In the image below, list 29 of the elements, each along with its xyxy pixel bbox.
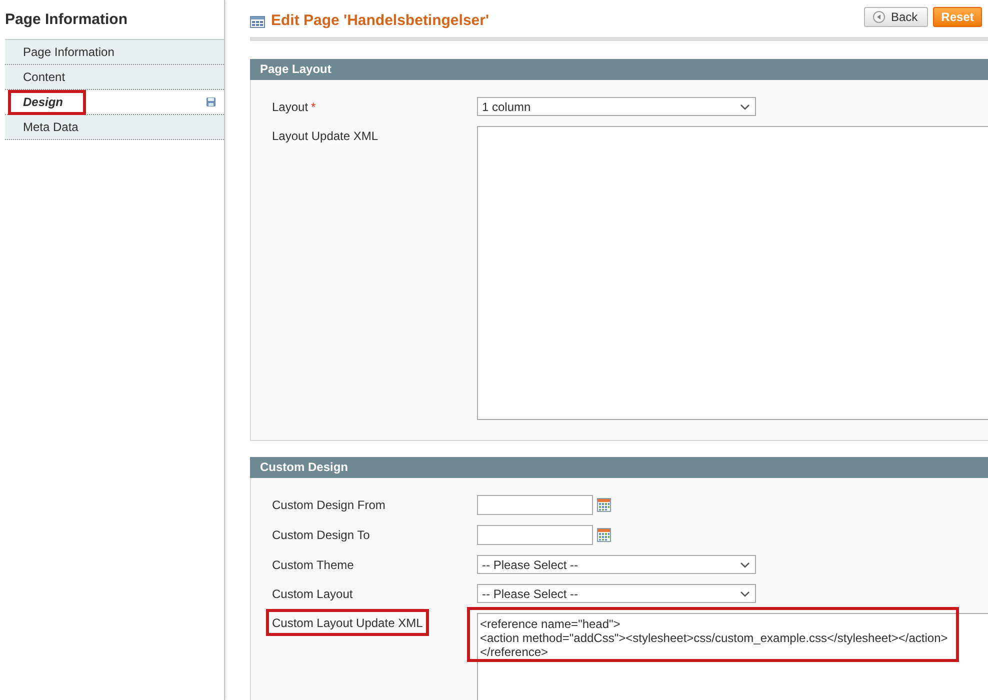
field-label: Custom Design To <box>272 528 370 542</box>
section-header: Custom Design <box>250 457 988 478</box>
select-dropdown[interactable]: -- Please Select -- <box>477 555 756 574</box>
sidebar-tab[interactable]: Page Information <box>5 40 224 65</box>
select-dropdown[interactable]: -- Please Select -- <box>477 584 756 603</box>
field-label: Layout Update XML <box>272 129 378 143</box>
page-title: Edit Page 'Handelsbetingelser' <box>271 11 490 32</box>
back-button[interactable]: Back <box>864 7 928 27</box>
select-dropdown[interactable]: 1 column <box>477 97 756 116</box>
chevron-down-icon <box>740 104 750 110</box>
field-label: Custom Layout Update XML <box>272 616 423 630</box>
sidebar-title: Page Information <box>5 10 129 30</box>
required-mark: * <box>311 100 316 114</box>
date-input-field[interactable] <box>477 495 593 515</box>
field-label: Layout <box>272 100 308 114</box>
field-label: Custom Theme <box>272 558 354 572</box>
field-label: Custom Design From <box>272 498 386 512</box>
calendar-icon[interactable] <box>597 498 611 512</box>
section-header: Page Layout <box>250 59 988 80</box>
sidebar-tab[interactable]: Content <box>5 65 224 90</box>
sidebar-tab[interactable]: Meta Data <box>5 115 224 140</box>
chevron-down-icon <box>740 590 750 596</box>
grid-page-icon <box>250 16 265 28</box>
xml-textarea[interactable]: <reference name="head"> <action method="addCss"><stylesheet>css/custom_example.css</stylesheet></action> </reference> <box>477 613 988 700</box>
calendar-icon[interactable] <box>597 528 611 542</box>
chevron-down-icon <box>740 562 750 568</box>
field-label: Custom Layout <box>272 587 353 601</box>
date-input-field[interactable] <box>477 525 593 545</box>
sidebar-tab[interactable]: Design <box>5 90 224 115</box>
